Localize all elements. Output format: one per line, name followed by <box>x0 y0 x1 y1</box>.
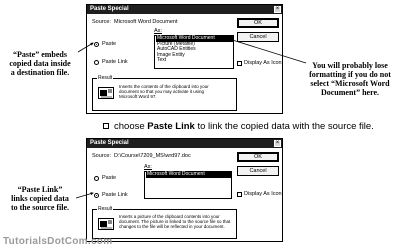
source-value: D:\Course\7209_MS\wrd97.doc <box>114 153 191 159</box>
paste-link-radio-label[interactable]: Paste Link <box>102 59 128 65</box>
list-item[interactable]: Microsoft Word Document <box>146 171 231 178</box>
callout-paste-embeds: “Paste” embeds copied data inside a dest… <box>9 50 71 77</box>
display-as-icon-label[interactable]: Display As Icon <box>244 60 282 66</box>
source-label: Source: <box>92 19 111 25</box>
paste-radio[interactable] <box>94 42 99 47</box>
dialog-title: Paste Special <box>87 139 282 148</box>
source-label: Source: <box>92 153 111 159</box>
result-group: Result Inserts a picture of the clipboar… <box>92 206 237 239</box>
list-item[interactable]: Text <box>156 57 233 64</box>
result-icon <box>98 218 114 230</box>
as-label: As: <box>154 28 162 34</box>
bullet-square-icon <box>103 123 109 129</box>
paste-as-list[interactable]: Microsoft Word Document <box>144 171 232 199</box>
watermark: TutorialsDotCom.com <box>3 236 113 247</box>
result-description: Inserts a picture of the clipboard conte… <box>119 214 231 229</box>
instruction-text: choose Paste Link to link the copied dat… <box>103 121 374 132</box>
paste-radio-label[interactable]: Paste <box>102 41 116 47</box>
display-as-icon-checkbox[interactable] <box>237 192 242 197</box>
as-label: As: <box>144 164 152 170</box>
result-description: Inserts the contents of the clipboard in… <box>119 84 209 99</box>
result-group: Result Inserts the contents of the clipb… <box>92 75 237 111</box>
cancel-button[interactable]: Cancel <box>237 166 279 176</box>
callout-paste-link: “Paste Link” links copied data to the so… <box>10 185 70 212</box>
close-icon[interactable]: × <box>274 6 281 13</box>
close-icon[interactable]: × <box>274 140 281 147</box>
cancel-button[interactable]: Cancel <box>237 32 279 42</box>
display-as-icon-label[interactable]: Display As Icon <box>244 191 282 197</box>
paste-as-list[interactable]: Microsoft Word Document Picture (Metafil… <box>154 35 234 69</box>
paste-link-radio[interactable] <box>94 60 99 65</box>
instruction-bold: Paste Link <box>147 121 195 132</box>
paste-special-dialog-2: Paste Special × Source: D:\Course\7209_M… <box>86 138 283 242</box>
paste-radio[interactable] <box>94 176 99 181</box>
result-label: Result <box>97 75 114 81</box>
paste-special-dialog-1: Paste Special × Source: Microsoft Word D… <box>86 4 283 114</box>
callout-lose-formatting: You will probably lose formatting if you… <box>309 61 391 97</box>
display-as-icon-checkbox[interactable] <box>237 61 242 66</box>
result-icon <box>98 87 114 99</box>
result-label: Result <box>97 206 114 212</box>
paste-link-radio[interactable] <box>94 193 99 198</box>
dialog-title: Paste Special <box>87 5 282 14</box>
source-value: Microsoft Word Document <box>114 19 178 25</box>
ok-button[interactable]: OK <box>237 152 279 162</box>
paste-radio-label[interactable]: Paste <box>102 175 116 181</box>
paste-link-radio-label[interactable]: Paste Link <box>102 192 128 198</box>
ok-button[interactable]: OK <box>237 18 279 28</box>
